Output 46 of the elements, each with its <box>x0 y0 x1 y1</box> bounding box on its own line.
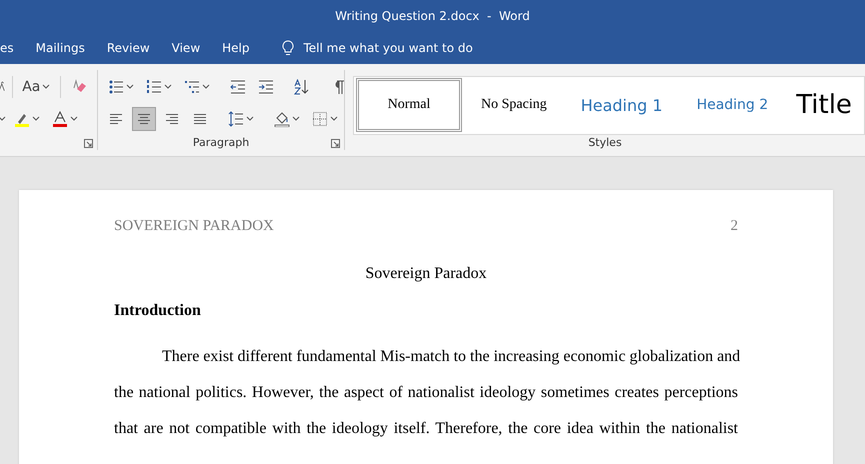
group-label: Styles <box>588 136 622 149</box>
align-left-icon <box>108 111 124 127</box>
indent-icon <box>258 79 274 95</box>
caret-icon <box>202 83 210 91</box>
style-option[interactable]: Normal <box>356 78 462 132</box>
numbered-list-icon <box>146 79 162 95</box>
dialog-launcher-icon[interactable] <box>84 139 93 148</box>
dialog-launcher-icon[interactable] <box>331 139 340 148</box>
caret-icon <box>164 83 172 91</box>
ribbon-tab[interactable]: es <box>0 32 14 64</box>
ribbon-tab[interactable]: Mailings <box>14 32 85 64</box>
section-heading: Introduction <box>114 302 201 319</box>
outdent-icon <box>230 79 246 95</box>
align-right-icon <box>164 111 180 127</box>
tell-me-search[interactable]: Tell me what you want to do <box>304 41 473 55</box>
change-case-button[interactable]: Aa <box>18 75 54 99</box>
highlighter-icon <box>14 111 30 127</box>
caret-icon <box>246 115 254 123</box>
caret-icon <box>330 115 338 123</box>
caret-icon <box>70 115 78 123</box>
bullet-list-icon <box>108 79 124 95</box>
align-center-icon <box>136 111 152 127</box>
lightbulb-icon <box>280 40 296 56</box>
ribbon-tab[interactable]: Review <box>84 32 150 64</box>
justify-icon <box>192 111 208 127</box>
ribbon-tab[interactable]: View <box>150 32 200 64</box>
paint-bucket-icon <box>274 111 290 127</box>
document-title: Sovereign Paradox <box>365 265 487 282</box>
caret-icon <box>42 83 50 91</box>
body-paragraph: There exist different fundamental Mis-match to the increasing economic globalization and the national politics. However, the aspect of nationalist ideology sometimes creates perceptions that are not compatible with the ideology itself. Therefore, the core idea within the nationalist <box>114 347 738 439</box>
line-spacing-icon <box>228 111 244 127</box>
caret-icon <box>32 115 40 123</box>
caret-icon <box>292 115 300 123</box>
running-head: SOVEREIGN PARADOX <box>114 218 274 236</box>
font-color-icon <box>52 111 68 127</box>
borders-icon <box>312 111 328 127</box>
window-title: Writing Question 2.docx - Word <box>335 9 530 23</box>
group-label: Paragraph <box>192 136 250 148</box>
eraser-icon <box>70 79 87 95</box>
alignment-button[interactable] <box>132 107 156 131</box>
caret-icon <box>126 83 134 91</box>
caret-icon <box>0 115 6 123</box>
ribbon-tab[interactable]: Help <box>200 32 250 64</box>
sort-icon <box>294 79 310 95</box>
page-number: 2 <box>730 218 738 236</box>
multilevel-list-icon <box>184 79 200 95</box>
